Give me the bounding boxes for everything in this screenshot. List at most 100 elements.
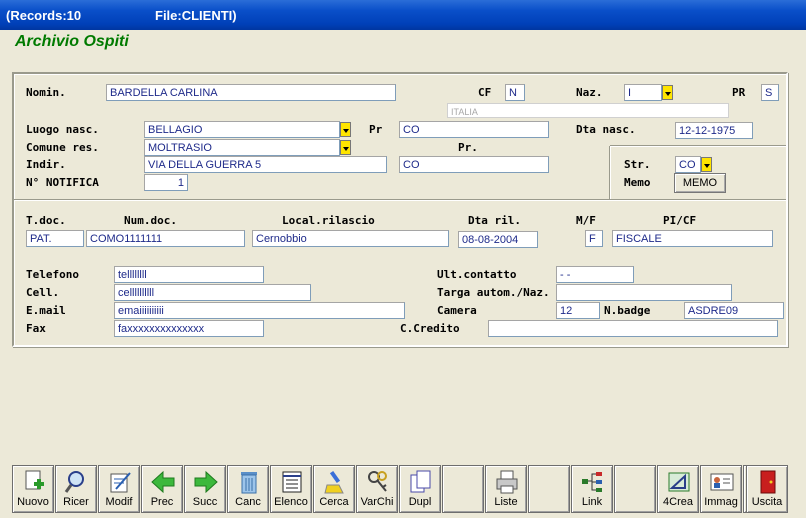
naz-select[interactable]: I	[624, 84, 662, 101]
4crea-button[interactable]: 4Crea	[657, 465, 699, 513]
dta-nasc-label: Dta nasc.	[576, 123, 636, 136]
printer-icon	[496, 470, 518, 494]
list-icon	[282, 471, 302, 493]
numdoc-label: Num.doc.	[124, 214, 177, 227]
email-field[interactable]: emaiiiiiiiiii	[114, 302, 405, 319]
exit-door-icon	[760, 470, 776, 494]
targa-label: Targa autom./Naz.	[437, 286, 550, 299]
mf-field[interactable]: F	[585, 230, 603, 247]
badge-field[interactable]: ASDRE09	[684, 302, 784, 319]
picf-label: PI/CF	[663, 214, 697, 227]
toolbar-label: Succ	[192, 496, 218, 508]
records-count: (Records:10	[6, 8, 82, 23]
pr2-label: Pr	[369, 123, 383, 136]
canc-button[interactable]: Canc	[227, 465, 269, 513]
badge-label: N.badge	[604, 304, 651, 317]
divider	[14, 199, 786, 201]
memo-button[interactable]: MEMO	[674, 173, 726, 193]
toolbar-label: 4Crea	[663, 496, 693, 508]
fax-field[interactable]: faxxxxxxxxxxxxxx	[114, 320, 264, 337]
uscita-button[interactable]: Uscita	[746, 465, 788, 513]
comune-label: Comune res.	[26, 141, 99, 154]
new-doc-icon	[25, 470, 44, 490]
targa-field[interactable]	[556, 284, 732, 301]
elenco-button[interactable]: Elenco	[270, 465, 312, 513]
nomin-field[interactable]: BARDELLA CARLINA	[106, 84, 396, 101]
camera-label: Camera	[437, 304, 477, 317]
camera-field[interactable]: 12	[556, 302, 600, 319]
page-title: Archivio Ospiti	[15, 33, 129, 50]
toolbar-label: Modif	[105, 496, 133, 508]
mf-label: M/F	[576, 214, 596, 227]
indir-label: Indir.	[26, 158, 66, 171]
toolbar-label: Immag	[704, 496, 738, 508]
chevron-down-icon[interactable]	[340, 140, 351, 155]
luogo-label: Luogo nasc.	[26, 123, 99, 136]
tdoc-field[interactable]: PAT.	[26, 230, 84, 247]
nuovo-button[interactable]: Nuovo	[12, 465, 54, 513]
dtaril-label: Dta ril.	[468, 214, 521, 227]
luogo-select[interactable]: BELLAGIO	[144, 121, 340, 138]
str-label: Str.	[624, 158, 651, 171]
toolbar-label: Link	[581, 496, 603, 508]
toolbar-label: Elenco	[274, 496, 308, 508]
pr-field[interactable]: S	[761, 84, 779, 101]
network-icon	[582, 472, 602, 492]
numdoc-field[interactable]: COMO1111111	[86, 230, 245, 247]
notifica-field[interactable]: 1	[144, 174, 188, 191]
blank-button[interactable]	[614, 465, 656, 513]
toolbar-label: Uscita	[751, 496, 783, 508]
toolbar-label: Liste	[494, 496, 518, 508]
dtaril-field[interactable]: 08-08-2004	[458, 231, 538, 248]
indir-pr-field[interactable]: CO	[399, 156, 549, 173]
ult-contatto-field[interactable]: - -	[556, 266, 634, 283]
ricer-button[interactable]: Ricer	[55, 465, 97, 513]
toolbar-label: Cerca	[319, 496, 349, 508]
immag-button[interactable]: Immag	[700, 465, 742, 513]
credito-field[interactable]	[488, 320, 778, 337]
dta-nasc-field[interactable]: 12-12-1975	[675, 122, 753, 139]
blank-button[interactable]	[442, 465, 484, 513]
cerca-button[interactable]: Cerca	[313, 465, 355, 513]
pr3-label: Pr.	[458, 141, 478, 154]
naz-label: Naz.	[576, 86, 603, 99]
arrow-left-icon	[151, 470, 175, 494]
credito-label: C.Credito	[400, 322, 460, 335]
liste-button[interactable]: Liste	[485, 465, 527, 513]
divider	[610, 145, 786, 147]
toolbar-label: Prec	[150, 496, 174, 508]
email-label: E.mail	[26, 304, 66, 317]
arrow-right-icon	[194, 470, 218, 494]
dupl-button[interactable]: Dupl	[399, 465, 441, 513]
pr2-field[interactable]: CO	[399, 121, 549, 138]
tel-field[interactable]: tellllllll	[114, 266, 264, 283]
link-button[interactable]: Link	[571, 465, 613, 513]
pr-label: PR	[732, 86, 746, 99]
local-field[interactable]: Cernobbio	[252, 230, 449, 247]
varchi-button[interactable]: VarChi	[356, 465, 398, 513]
ult-contatto-label: Ult.contatto	[437, 268, 517, 281]
comune-select[interactable]: MOLTRASIO	[144, 139, 340, 156]
magnifier-icon	[64, 471, 84, 493]
succ-button[interactable]: Succ	[184, 465, 226, 513]
indir-field[interactable]: VIA DELLA GUERRA 5	[144, 156, 387, 173]
toolbar-label: Canc	[235, 496, 261, 508]
modif-button[interactable]: Modif	[98, 465, 140, 513]
chevron-down-icon[interactable]	[701, 157, 712, 172]
cf-field[interactable]: N	[505, 84, 525, 101]
blank-button[interactable]	[528, 465, 570, 513]
notifica-label: N° NOTIFICA	[26, 176, 99, 189]
str-select[interactable]: CO	[675, 156, 701, 173]
chevron-down-icon[interactable]	[662, 85, 673, 100]
trash-icon	[241, 472, 257, 494]
tdoc-label: T.doc.	[26, 214, 66, 227]
cell-field[interactable]: cellllllllll	[114, 284, 311, 301]
toolbar: Nuovo Ricer Modif Prec Succ Canc Elenco …	[12, 465, 790, 513]
toolbar-label: Nuovo	[17, 496, 49, 508]
picf-field[interactable]: FISCALE	[612, 230, 773, 247]
country-field: ITALIA	[447, 103, 729, 118]
file-name: File:CLIENTI)	[155, 8, 237, 23]
prec-button[interactable]: Prec	[141, 465, 183, 513]
chevron-down-icon[interactable]	[340, 122, 351, 137]
keys-icon	[368, 471, 387, 492]
